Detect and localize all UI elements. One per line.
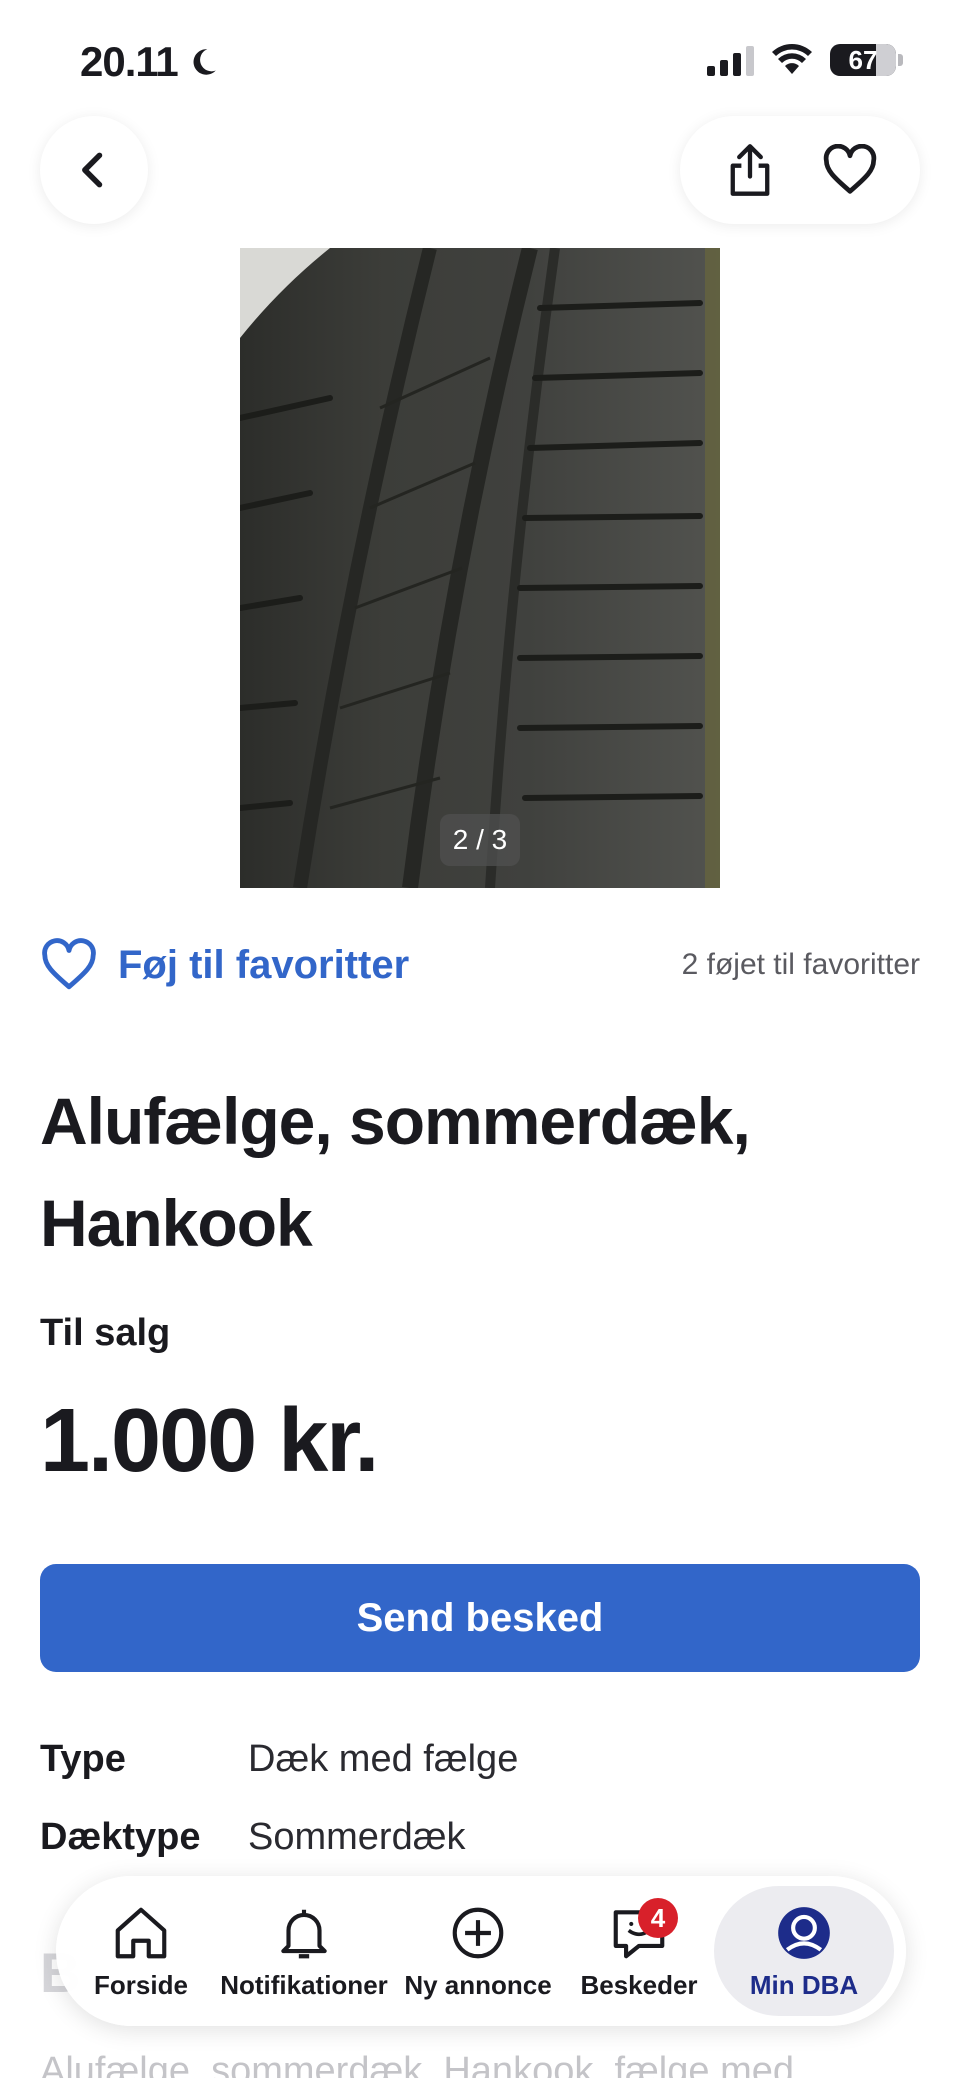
photo-counter: 2 / 3 [440,814,520,866]
tab-notifications[interactable]: Notifikationer [216,1886,392,2016]
favorites-row: Føj til favoritter 2 føjet til favoritte… [40,930,920,1000]
tab-new-listing[interactable]: Ny annonce [392,1886,564,2016]
status-time: 20.11 [80,38,220,86]
listing-title: Alufælge, sommerdæk, Hankook [40,1084,751,1260]
signal-icon [707,44,754,76]
home-icon [115,1907,167,1958]
moon-icon [193,49,216,75]
tire-image [240,248,720,888]
share-icon [730,144,770,196]
listing-price: 1.000 kr. [40,1391,379,1491]
wifi-icon [772,44,812,74]
profile-icon [778,1906,830,1959]
chevron-left-icon [82,152,103,188]
tab-my-dba[interactable]: Min DBA [714,1886,894,2016]
battery-icon: 67 [830,44,903,76]
favorite-top-button[interactable] [815,135,885,205]
description-peek: Alufælge, sommerdæk, Hankook, fælge med [40,2050,794,2078]
top-actions [680,116,920,224]
send-message-button[interactable]: Send besked [40,1564,920,1672]
spec-value: Dæk med fælge [248,1738,519,1780]
tab-home[interactable]: Forside [66,1886,216,2016]
bottom-tab-bar: Forside Notifikationer Ny annonce Besked… [56,1876,906,2026]
status-bar: 20.11 67 [0,0,960,120]
tab-messages[interactable]: Beskeder 4 [564,1886,714,2016]
battery-level: 67 [848,44,878,75]
plus-circle-icon [452,1907,504,1958]
unread-badge: 4 [638,1898,678,1938]
share-button[interactable] [715,135,785,205]
spec-row-tire-type: Dæktype Sommerdæk [40,1816,920,1859]
add-to-favorites-label: Føj til favoritter [118,942,410,987]
tab-label: Forside [94,1969,188,2000]
back-button[interactable] [40,116,148,224]
sale-type: Til salg [40,1312,171,1354]
listing-photo[interactable] [240,248,720,888]
status-time-text: 20.11 [80,38,179,85]
heart-outline-icon [42,938,96,990]
status-indicators: 67 [707,44,903,76]
spec-key: Dæktype [40,1816,201,1858]
spec-row-type: Type Dæk med fælge [40,1738,920,1781]
spec-key: Type [40,1738,126,1780]
favorites-count: 2 føjet til favoritter [681,948,920,981]
tab-label: Min DBA [749,1969,859,2000]
heart-icon [823,144,877,194]
tab-label: Notifikationer [220,1969,388,2000]
bell-icon [281,1909,327,1958]
add-to-favorites-button[interactable]: Føj til favoritter [40,938,409,992]
spec-value: Sommerdæk [248,1816,466,1858]
tab-label: Ny annonce [404,1969,552,2000]
tab-label: Beskeder [580,1969,698,2000]
